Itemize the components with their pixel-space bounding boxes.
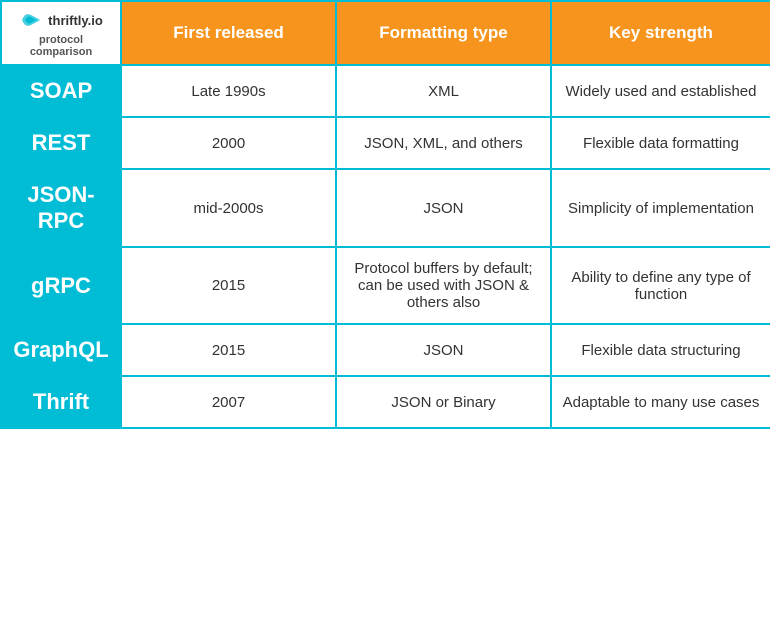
logo-subtitle: protocol comparison xyxy=(8,34,114,58)
logo-top: thriftly.io xyxy=(19,8,103,32)
released-value: mid-2000s xyxy=(121,169,336,247)
format-value: Protocol buffers by default; can be used… xyxy=(336,247,551,324)
protocol-name: Thrift xyxy=(1,376,121,428)
released-value: 2015 xyxy=(121,324,336,376)
table-row: REST2000JSON, XML, and othersFlexible da… xyxy=(1,117,770,169)
table-row: Thrift2007JSON or BinaryAdaptable to man… xyxy=(1,376,770,428)
format-value: JSON xyxy=(336,169,551,247)
format-value: JSON xyxy=(336,324,551,376)
header-strength: Key strength xyxy=(551,1,770,65)
logo-cell: thriftly.io protocol comparison xyxy=(1,1,121,65)
strength-value: Simplicity of implementation xyxy=(551,169,770,247)
table-row: SOAPLate 1990sXMLWidely used and establi… xyxy=(1,65,770,117)
strength-value: Adaptable to many use cases xyxy=(551,376,770,428)
format-value: JSON or Binary xyxy=(336,376,551,428)
protocol-name: gRPC xyxy=(1,247,121,324)
released-value: 2015 xyxy=(121,247,336,324)
table-row: JSON-RPCmid-2000sJSONSimplicity of imple… xyxy=(1,169,770,247)
protocol-name: SOAP xyxy=(1,65,121,117)
strength-value: Ability to define any type of function xyxy=(551,247,770,324)
protocol-name: GraphQL xyxy=(1,324,121,376)
brand-name: thriftly.io xyxy=(48,13,103,28)
header-format: Formatting type xyxy=(336,1,551,65)
protocol-name: REST xyxy=(1,117,121,169)
released-value: 2000 xyxy=(121,117,336,169)
table-row: GraphQL2015JSONFlexible data structuring xyxy=(1,324,770,376)
logo-container: thriftly.io protocol comparison xyxy=(8,8,114,58)
logo-icon xyxy=(19,8,43,32)
format-value: XML xyxy=(336,65,551,117)
format-value: JSON, XML, and others xyxy=(336,117,551,169)
released-value: Late 1990s xyxy=(121,65,336,117)
comparison-table: thriftly.io protocol comparison First re… xyxy=(0,0,770,429)
protocol-name: JSON-RPC xyxy=(1,169,121,247)
strength-value: Flexible data formatting xyxy=(551,117,770,169)
header-released: First released xyxy=(121,1,336,65)
strength-value: Widely used and established xyxy=(551,65,770,117)
table-row: gRPC2015Protocol buffers by default; can… xyxy=(1,247,770,324)
strength-value: Flexible data structuring xyxy=(551,324,770,376)
released-value: 2007 xyxy=(121,376,336,428)
